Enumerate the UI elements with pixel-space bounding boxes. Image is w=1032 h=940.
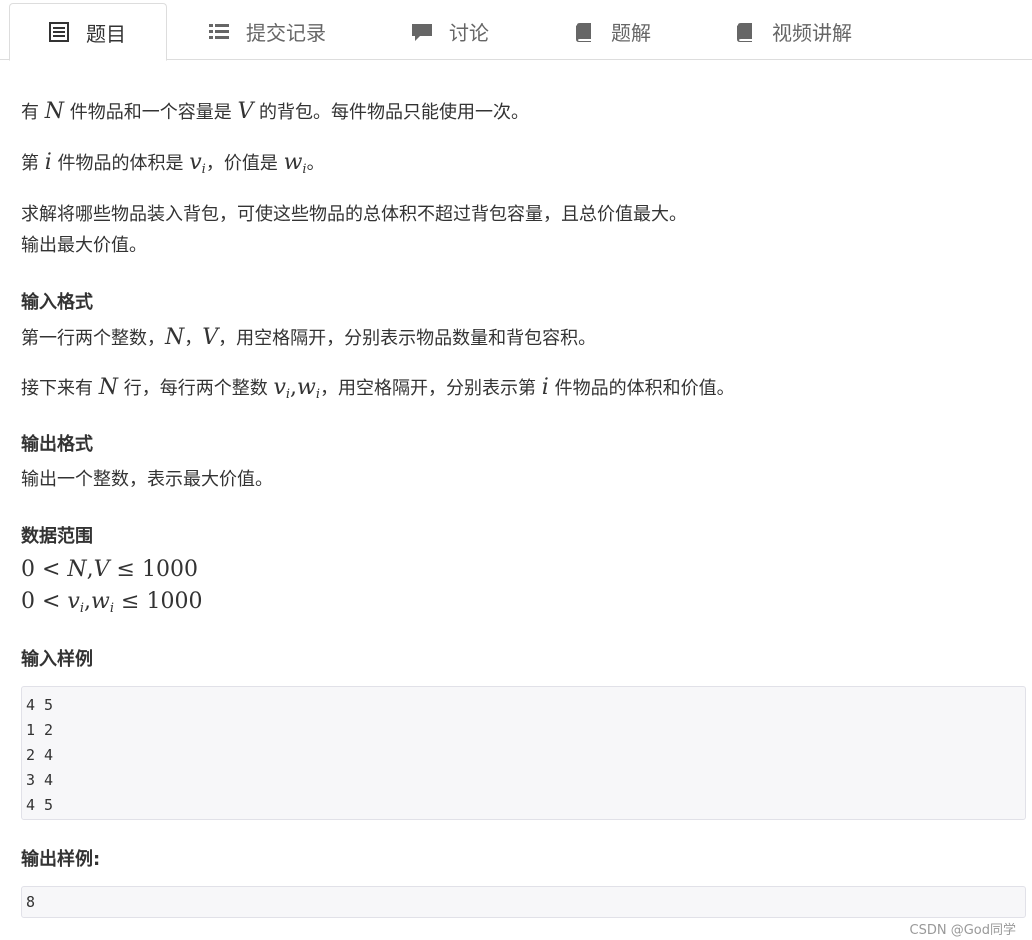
math-N: N bbox=[67, 557, 87, 582]
math-comma: , bbox=[290, 375, 298, 400]
output-format-text: 输出一个整数，表示最大价值。 bbox=[21, 469, 273, 490]
input-format-heading: 输入格式 bbox=[21, 292, 93, 313]
tab-label: 题目 bbox=[86, 21, 126, 46]
sample-output-code[interactable]: 8 bbox=[21, 886, 1026, 918]
text: 。 bbox=[306, 153, 325, 174]
math-N: N bbox=[165, 325, 185, 350]
problem-goal: 求解将哪些物品装入背包，可使这些物品的总体积不超过背包容量，且总价值最大。 bbox=[21, 204, 687, 225]
math-number: 0 bbox=[21, 589, 35, 614]
math-v: v bbox=[67, 589, 80, 614]
math-w: w bbox=[297, 375, 316, 400]
code-line: 3 4 bbox=[26, 771, 54, 789]
text: 有 bbox=[21, 102, 45, 123]
output-format-heading: 输出格式 bbox=[21, 434, 93, 455]
text: 件物品的体积是 bbox=[51, 153, 190, 174]
math-operator: < bbox=[35, 589, 68, 614]
math-operator: < bbox=[35, 557, 68, 582]
tab-label: 讨论 bbox=[449, 21, 489, 45]
text: 接下来有 bbox=[21, 378, 99, 399]
chat-icon bbox=[411, 21, 433, 43]
math-number: 0 bbox=[21, 557, 35, 582]
math-V: V bbox=[93, 557, 110, 582]
math-i: i bbox=[541, 375, 549, 400]
problem-statement-2: 第 i 件物品的体积是 vi，价值是 wi。 bbox=[21, 150, 325, 183]
sample-input-heading: 输入样例 bbox=[21, 649, 93, 670]
sample-output-heading: 输出样例: bbox=[21, 849, 101, 870]
tab-submissions[interactable]: 提交记录 bbox=[170, 3, 340, 60]
math-comma: , bbox=[86, 557, 94, 582]
problem-statement: 有 N 件物品和一个容量是 V 的背包。每件物品只能使用一次。 bbox=[21, 99, 529, 126]
math-N: N bbox=[44, 99, 64, 124]
tab-problem[interactable]: 题目 bbox=[9, 3, 167, 61]
problem-goal-output: 输出最大价值。 bbox=[21, 235, 147, 256]
text: ，用空格隔开，分别表示第 bbox=[320, 378, 542, 399]
math-V: V bbox=[237, 99, 254, 124]
math-V: V bbox=[202, 325, 219, 350]
data-range-line-1: 0 < N,V ≤ 1000 bbox=[21, 557, 198, 584]
data-range-heading: 数据范围 bbox=[21, 526, 93, 547]
code-line: 4 5 bbox=[26, 796, 54, 814]
math-number: 1000 bbox=[141, 557, 198, 582]
tab-bar: 题目 提交记录 讨论 题解 视频讲解 bbox=[0, 0, 1032, 61]
math-N: N bbox=[98, 375, 118, 400]
math-operator: ≤ bbox=[109, 557, 142, 582]
math-comma: , bbox=[84, 589, 92, 614]
text: 件物品和一个容量是 bbox=[63, 102, 238, 123]
input-format-line-1: 第一行两个整数，N，V，用空格隔开，分别表示物品数量和背包容积。 bbox=[21, 325, 596, 352]
text: 件物品的体积和价值。 bbox=[548, 378, 735, 399]
tab-label: 视频讲解 bbox=[772, 21, 852, 45]
input-format-line-2: 接下来有 N 行，每行两个整数 vi,wi，用空格隔开，分别表示第 i 件物品的… bbox=[21, 375, 735, 408]
math-w: w bbox=[91, 589, 110, 614]
document-list-icon bbox=[48, 21, 70, 43]
code-line: 8 bbox=[26, 893, 36, 911]
text: ，价值是 bbox=[205, 153, 284, 174]
text: 第一行两个整数， bbox=[21, 328, 165, 349]
math-number: 1000 bbox=[146, 589, 203, 614]
tab-label: 题解 bbox=[611, 21, 651, 45]
code-line: 2 4 bbox=[26, 746, 54, 764]
tab-solutions[interactable]: 题解 bbox=[535, 3, 675, 60]
math-w: w bbox=[283, 150, 303, 175]
math-operator: ≤ bbox=[114, 589, 147, 614]
math-v: v bbox=[189, 150, 202, 175]
text: ，用空格隔开，分别表示物品数量和背包容积。 bbox=[218, 328, 597, 349]
code-line: 4 5 bbox=[26, 696, 54, 714]
text: 行，每行两个整数 bbox=[117, 378, 274, 399]
data-range-line-2: 0 < vi,wi ≤ 1000 bbox=[21, 589, 202, 622]
code-line: 1 2 bbox=[26, 721, 54, 739]
book-icon bbox=[734, 21, 756, 43]
sample-input-code[interactable]: 4 5 1 2 2 4 3 4 4 5 bbox=[21, 686, 1026, 820]
tab-video-explanation[interactable]: 视频讲解 bbox=[696, 3, 876, 60]
tab-label: 提交记录 bbox=[246, 21, 326, 45]
text: 的背包。每件物品只能使用一次。 bbox=[253, 102, 530, 123]
tab-discussion[interactable]: 讨论 bbox=[373, 3, 513, 60]
math-i: i bbox=[44, 150, 52, 175]
book-icon bbox=[573, 21, 595, 43]
text: 第 bbox=[21, 153, 45, 174]
list-icon bbox=[208, 21, 230, 43]
text: ， bbox=[184, 328, 203, 349]
watermark: CSDN @God同学 bbox=[909, 923, 1016, 938]
math-v: v bbox=[273, 375, 286, 400]
